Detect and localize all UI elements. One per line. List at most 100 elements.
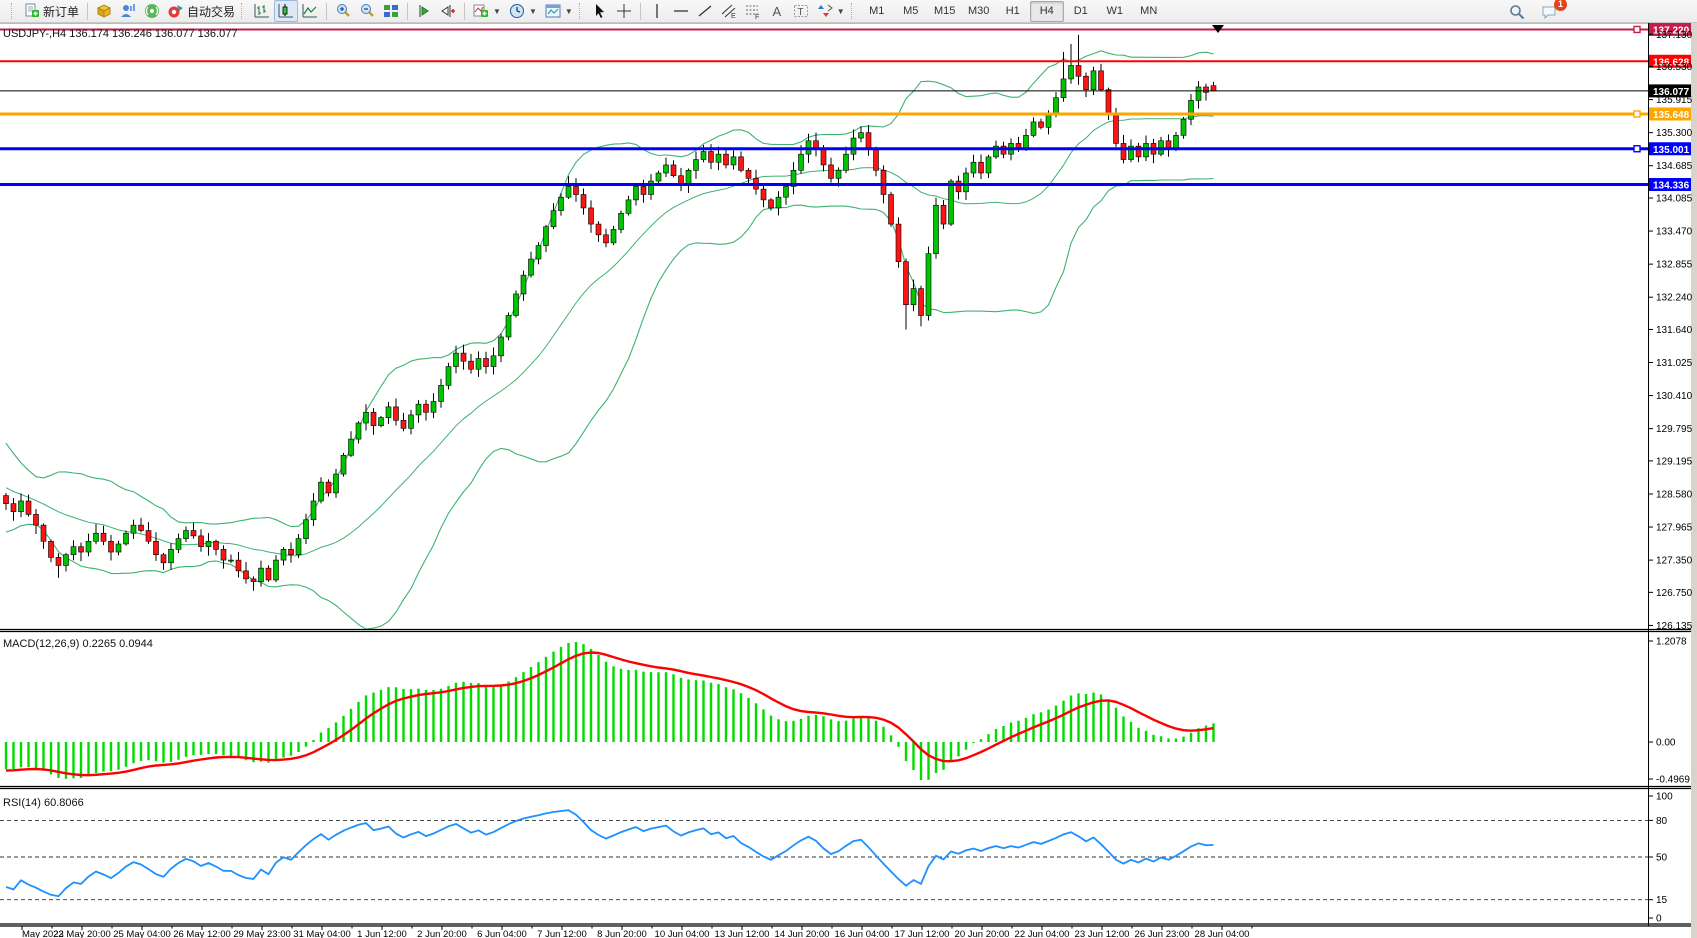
depth-of-market-icon bbox=[120, 3, 136, 19]
clock-icon bbox=[509, 3, 525, 19]
svg-text:20 Jun 20:00: 20 Jun 20:00 bbox=[955, 929, 1010, 938]
search-icon bbox=[1509, 4, 1525, 20]
fibonacci-tool-button[interactable]: F bbox=[741, 0, 765, 22]
zoom-out-button[interactable] bbox=[355, 0, 379, 22]
main-toolbar: 新订单 bbox=[0, 0, 1697, 23]
svg-text:8 Jun 20:00: 8 Jun 20:00 bbox=[597, 929, 647, 938]
cursor-icon bbox=[592, 3, 608, 19]
zoom-in-button[interactable] bbox=[331, 0, 355, 22]
timeframe-button-m5[interactable]: M5 bbox=[894, 1, 928, 22]
equidistant-channel-tool-button[interactable]: E bbox=[717, 0, 741, 22]
toolbar-separator bbox=[87, 3, 88, 20]
templates-button[interactable] bbox=[92, 0, 116, 22]
svg-text:0.00: 0.00 bbox=[1656, 738, 1676, 749]
svg-text:E: E bbox=[731, 13, 736, 19]
svg-text:135.300: 135.300 bbox=[1656, 128, 1693, 139]
clipped-toolbar-icon[interactable] bbox=[2, 3, 9, 19]
dropdown-caret-icon: ▼ bbox=[837, 7, 845, 16]
bar-chart-icon bbox=[254, 3, 270, 19]
toolbar-separator bbox=[640, 3, 641, 20]
toolbar-grip bbox=[11, 3, 17, 19]
signals-button[interactable] bbox=[140, 0, 164, 22]
timeframe-button-m30[interactable]: M30 bbox=[962, 1, 996, 22]
chart-plot-area[interactable] bbox=[0, 24, 1648, 629]
toolbar-separator bbox=[407, 3, 408, 20]
tile-windows-button[interactable] bbox=[379, 0, 403, 22]
svg-text:A: A bbox=[772, 4, 781, 19]
chart-shift-button[interactable] bbox=[436, 0, 460, 22]
svg-text:50: 50 bbox=[1656, 853, 1668, 864]
mt5-terminal: 137.220136.628136.077135.648135.001134.3… bbox=[0, 0, 1697, 938]
svg-text:1.2078: 1.2078 bbox=[1656, 637, 1687, 648]
new-order-button[interactable]: 新订单 bbox=[20, 0, 83, 22]
svg-text:136.530: 136.530 bbox=[1656, 62, 1693, 73]
toolbar-right-group: 1 bbox=[1505, 1, 1561, 22]
depth-of-market-button[interactable] bbox=[116, 0, 140, 22]
macd-panel-layer bbox=[6, 642, 1214, 780]
svg-text:2 Jun 20:00: 2 Jun 20:00 bbox=[417, 929, 467, 938]
auto-trading-button[interactable]: 自动交易 bbox=[164, 0, 239, 22]
svg-text:135.915: 135.915 bbox=[1656, 95, 1693, 106]
candle-chart-type-button[interactable] bbox=[274, 0, 298, 22]
svg-text:6 Jun 04:00: 6 Jun 04:00 bbox=[477, 929, 527, 938]
macd-indicator-label: MACD(12,26,9) 0.2265 0.0944 bbox=[3, 638, 153, 650]
search-button[interactable] bbox=[1505, 1, 1529, 23]
svg-text:128.580: 128.580 bbox=[1656, 489, 1693, 500]
svg-text:23 Jun 12:00: 23 Jun 12:00 bbox=[1075, 929, 1130, 938]
horizontal-line-icon bbox=[673, 3, 689, 19]
svg-text:132.240: 132.240 bbox=[1656, 293, 1693, 304]
svg-text:22 Jun 04:00: 22 Jun 04:00 bbox=[1015, 929, 1070, 938]
bar-chart-type-button[interactable] bbox=[250, 0, 274, 22]
trendline-tool-button[interactable] bbox=[693, 0, 717, 22]
trendline-icon bbox=[697, 3, 713, 19]
new-order-icon bbox=[24, 3, 40, 19]
toolbar-grip bbox=[851, 3, 857, 19]
crosshair-tool-button[interactable] bbox=[612, 0, 636, 22]
chart-shift-icon bbox=[440, 3, 456, 19]
timeframe-button-group: M1M5M15M30H1H4D1W1MN bbox=[860, 1, 1166, 22]
timeframe-button-h4[interactable]: H4 bbox=[1030, 1, 1064, 22]
timeframe-button-m1[interactable]: M1 bbox=[860, 1, 894, 22]
chart-template-button[interactable]: ▼ bbox=[541, 0, 577, 22]
svg-text:26 May 12:00: 26 May 12:00 bbox=[173, 929, 231, 938]
auto-scroll-button[interactable] bbox=[412, 0, 436, 22]
svg-text:127.350: 127.350 bbox=[1656, 556, 1693, 567]
svg-text:17 Jun 12:00: 17 Jun 12:00 bbox=[895, 929, 950, 938]
text-tool-button[interactable]: A bbox=[765, 0, 789, 22]
signals-icon bbox=[144, 3, 160, 19]
svg-text:F: F bbox=[755, 14, 759, 19]
svg-text:129.795: 129.795 bbox=[1656, 424, 1693, 435]
timeframe-button-h1[interactable]: H1 bbox=[996, 1, 1030, 22]
svg-text:134.336: 134.336 bbox=[1653, 181, 1690, 192]
chart-canvas: 137.220136.628136.077135.648135.001134.3… bbox=[0, 0, 1697, 938]
arrow-objects-icon bbox=[817, 3, 833, 19]
text-label-tool-button[interactable]: T bbox=[789, 0, 813, 22]
auto-scroll-icon bbox=[416, 3, 432, 19]
rsi-indicator-label: RSI(14) 60.8066 bbox=[3, 797, 84, 809]
notifications-button[interactable]: 1 bbox=[1537, 1, 1561, 23]
dropdown-caret-icon: ▼ bbox=[493, 7, 501, 16]
tile-windows-icon bbox=[383, 3, 399, 19]
svg-text:126.750: 126.750 bbox=[1656, 588, 1693, 599]
indicators-button[interactable]: ▼ bbox=[469, 0, 505, 22]
vertical-line-tool-button[interactable] bbox=[645, 0, 669, 22]
timeframe-button-mn[interactable]: MN bbox=[1132, 1, 1166, 22]
timeframe-button-w1[interactable]: W1 bbox=[1098, 1, 1132, 22]
svg-text:135.648: 135.648 bbox=[1653, 110, 1690, 121]
period-button[interactable]: ▼ bbox=[505, 0, 541, 22]
arrows-tool-button[interactable]: ▼ bbox=[813, 0, 849, 22]
timeframe-button-d1[interactable]: D1 bbox=[1064, 1, 1098, 22]
line-chart-type-button[interactable] bbox=[298, 0, 322, 22]
svg-text:26 Jun 23:00: 26 Jun 23:00 bbox=[1135, 929, 1190, 938]
toolbar-separator bbox=[464, 3, 465, 20]
dropdown-caret-icon: ▼ bbox=[565, 7, 573, 16]
svg-text:126.135: 126.135 bbox=[1656, 621, 1693, 632]
svg-text:80: 80 bbox=[1656, 816, 1668, 827]
cursor-tool-button[interactable] bbox=[588, 0, 612, 22]
timeframe-button-m15[interactable]: M15 bbox=[928, 1, 962, 22]
svg-text:T: T bbox=[797, 7, 803, 18]
toolbar-grip bbox=[579, 3, 585, 19]
rsi-panel-layer bbox=[0, 810, 1648, 900]
line-chart-icon bbox=[302, 3, 318, 19]
horizontal-line-tool-button[interactable] bbox=[669, 0, 693, 22]
